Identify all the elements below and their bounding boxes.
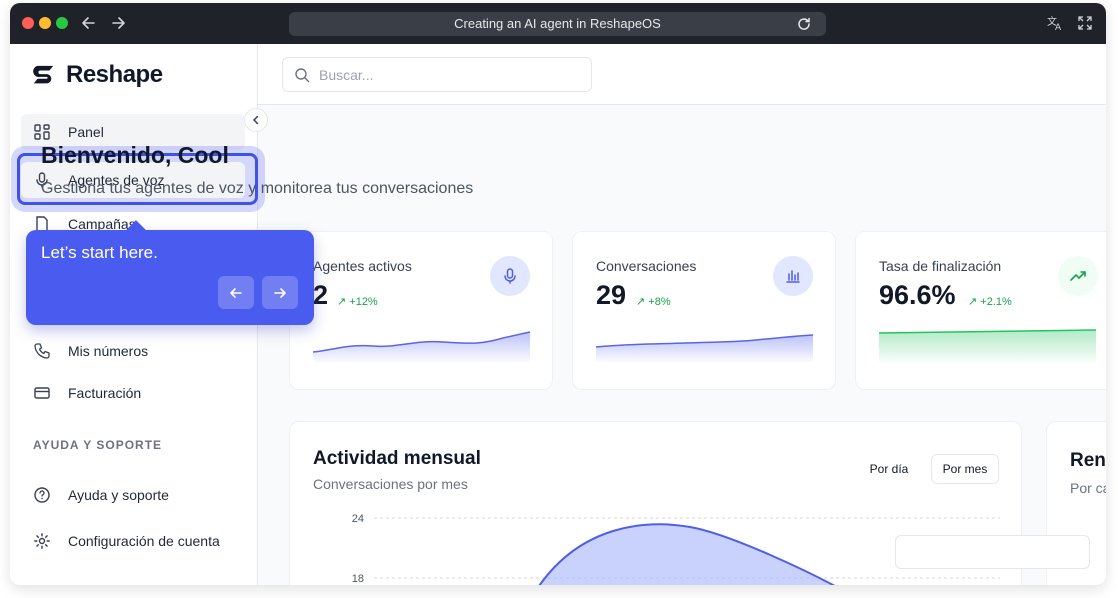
maximize-window-dot[interactable] bbox=[56, 17, 68, 29]
sidebar-item-label: Mis números bbox=[68, 343, 149, 359]
partial-card-title: Ren bbox=[1070, 450, 1106, 471]
page-subtitle: Gestiona tus agentes de voz y monitorea … bbox=[41, 180, 474, 197]
per-month-button[interactable]: Por mes bbox=[931, 454, 999, 484]
sidebar-item-my-numbers[interactable]: Mis números bbox=[21, 333, 245, 369]
arrow-left-icon bbox=[230, 287, 242, 298]
sparkline-completion-rate bbox=[879, 329, 1096, 362]
sidebar-item-label: Ayuda y soporte bbox=[68, 487, 169, 503]
back-arrow-icon[interactable] bbox=[78, 12, 100, 34]
grid-icon bbox=[33, 123, 51, 141]
per-day-button[interactable]: Por día bbox=[860, 454, 918, 484]
stat-trend: ↗ +8% bbox=[636, 296, 671, 308]
translate-icon[interactable]: 文A bbox=[1044, 12, 1066, 34]
activity-area bbox=[540, 524, 833, 585]
sidebar-item-label: Facturación bbox=[68, 385, 142, 401]
stat-trend: ↗ +12% bbox=[337, 296, 378, 308]
stat-card-active-agents: Agentes activos 2 ↗ +12% bbox=[289, 231, 553, 390]
stat-value: 2 bbox=[313, 280, 329, 310]
phone-icon bbox=[33, 342, 51, 360]
search-box[interactable] bbox=[282, 57, 592, 92]
stat-label: Conversaciones bbox=[596, 258, 697, 274]
activity-subtitle: Conversaciones por mes bbox=[313, 476, 468, 492]
microphone-icon bbox=[490, 256, 530, 296]
tour-next-button[interactable] bbox=[262, 276, 298, 309]
address-text: Creating an AI agent in ReshapeOS bbox=[454, 16, 661, 31]
reload-icon[interactable] bbox=[796, 16, 812, 32]
stat-value: 29 bbox=[596, 280, 627, 310]
search-icon bbox=[294, 67, 310, 83]
stat-label: Tasa de finalización bbox=[879, 258, 1002, 274]
brand-name: Reshape bbox=[66, 61, 163, 88]
credit-card-icon bbox=[33, 384, 51, 402]
sidebar-item-help[interactable]: Ayuda y soporte bbox=[21, 477, 245, 513]
close-window-dot[interactable] bbox=[22, 17, 34, 29]
forward-arrow-icon[interactable] bbox=[107, 12, 129, 34]
tour-prev-button[interactable] bbox=[218, 276, 254, 309]
minimize-window-dot[interactable] bbox=[39, 17, 51, 29]
bar-chart-icon bbox=[773, 256, 813, 296]
gear-icon bbox=[33, 532, 51, 550]
chevron-left-icon bbox=[252, 115, 259, 125]
app-content: Reshape Panel Agentes de voz Campañas Mi… bbox=[10, 44, 1106, 585]
browser-titlebar: Creating an AI agent in ReshapeOS 文A bbox=[10, 3, 1106, 44]
reshape-logo-icon bbox=[33, 65, 54, 84]
stat-trend: ↗ +2.1% bbox=[968, 296, 1012, 308]
tour-tooltip-text: Let’s start here. bbox=[41, 243, 158, 262]
browser-window: Creating an AI agent in ReshapeOS 文A Res… bbox=[10, 3, 1106, 585]
stat-card-completion-rate: Tasa de finalización 96.6% ↗ +2.1% bbox=[855, 231, 1106, 390]
help-circle-icon bbox=[33, 486, 51, 504]
activity-title: Actividad mensual bbox=[313, 448, 481, 469]
fullscreen-icon[interactable] bbox=[1074, 12, 1096, 34]
tour-tooltip: Let’s start here. bbox=[26, 230, 314, 325]
floating-panel[interactable] bbox=[895, 535, 1090, 569]
page-title: Bienvenido, Cool bbox=[41, 142, 229, 168]
collapse-sidebar-button[interactable] bbox=[244, 108, 268, 132]
brand-logo[interactable]: Reshape bbox=[32, 60, 163, 90]
sidebar-item-account-settings[interactable]: Configuración de cuenta bbox=[21, 523, 245, 559]
sidebar-item-label: Configuración de cuenta bbox=[68, 533, 220, 549]
svg-text:A: A bbox=[1055, 23, 1062, 33]
y-tick-24: 24 bbox=[352, 513, 364, 525]
sidebar-item-billing[interactable]: Facturación bbox=[21, 375, 245, 411]
stat-label: Agentes activos bbox=[313, 258, 412, 274]
sparkline-active-agents bbox=[313, 331, 530, 362]
search-input[interactable] bbox=[319, 58, 579, 91]
section-heading-support: AYUDA Y SOPORTE bbox=[33, 438, 163, 452]
top-bar bbox=[258, 44, 1106, 105]
partial-card-subtitle: Por ca bbox=[1070, 480, 1106, 496]
y-tick-18: 18 bbox=[352, 573, 364, 585]
stat-card-conversations: Conversaciones 29 ↗ +8% bbox=[572, 231, 836, 390]
stat-value: 96.6% bbox=[879, 280, 956, 310]
arrow-right-icon bbox=[274, 287, 286, 298]
address-bar[interactable]: Creating an AI agent in ReshapeOS bbox=[289, 12, 826, 36]
trending-up-icon bbox=[1058, 256, 1098, 296]
sparkline-conversations bbox=[596, 334, 813, 362]
